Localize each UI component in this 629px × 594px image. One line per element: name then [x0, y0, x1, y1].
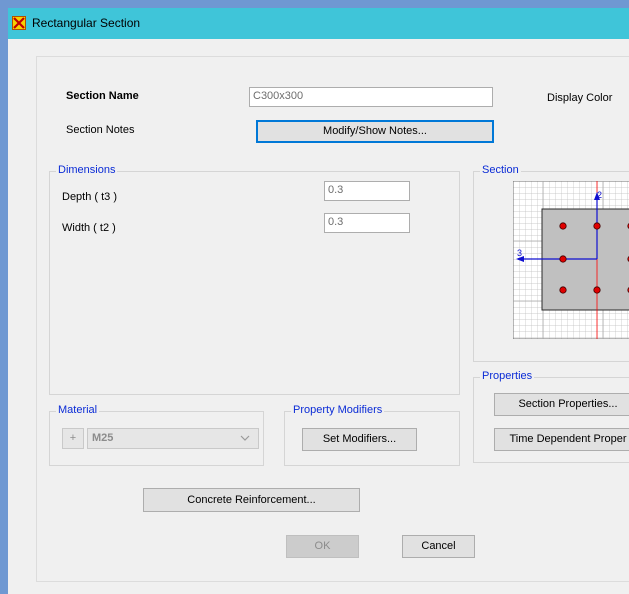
ok-button[interactable]: OK [286, 535, 359, 558]
concrete-reinforcement-button[interactable]: Concrete Reinforcement... [143, 488, 360, 512]
property-modifiers-group: Property Modifiers Set Modifiers... [284, 404, 460, 466]
chevron-down-icon [240, 433, 250, 446]
rebar [559, 286, 567, 294]
rebar [593, 286, 601, 294]
rebar [559, 222, 567, 230]
dialog-client: Section Name C300x300 Display Color Sect… [8, 39, 629, 594]
section-notes-label: Section Notes [66, 124, 135, 136]
section-name-label: Section Name [66, 90, 139, 102]
dimensions-group: Dimensions Depth ( t3 ) 0.3 Width ( t2 )… [49, 164, 460, 395]
material-select[interactable]: M25 [87, 428, 259, 449]
add-material-button[interactable]: + [62, 428, 84, 449]
title-bar[interactable]: Rectangular Section [8, 8, 629, 39]
set-modifiers-button[interactable]: Set Modifiers... [302, 428, 417, 451]
width-label: Width ( t2 ) [62, 222, 116, 234]
material-group: Material + M25 [49, 404, 264, 466]
depth-label: Depth ( t3 ) [62, 191, 118, 203]
display-color-label: Display Color [547, 92, 613, 104]
section-properties-button[interactable]: Section Properties... [494, 393, 629, 416]
time-dependent-properties-button[interactable]: Time Dependent Proper [494, 428, 629, 451]
dialog-panel: Section Name C300x300 Display Color Sect… [36, 56, 629, 582]
axis2-label: 2 [597, 190, 602, 200]
section-name-input[interactable]: C300x300 [249, 87, 493, 107]
window-title: Rectangular Section [32, 16, 141, 30]
dimensions-legend: Dimensions [56, 164, 118, 176]
modify-show-notes-button[interactable]: Modify/Show Notes... [256, 120, 494, 143]
cancel-button[interactable]: Cancel [402, 535, 475, 558]
material-legend: Material [56, 404, 100, 416]
section-legend: Section [480, 164, 521, 176]
properties-legend: Properties [480, 370, 535, 382]
section-group: Section 2 3 [473, 164, 629, 362]
app-icon [12, 16, 26, 30]
width-input[interactable]: 0.3 [324, 213, 410, 233]
rebar [593, 222, 601, 230]
depth-input[interactable]: 0.3 [324, 181, 410, 201]
property-modifiers-legend: Property Modifiers [291, 404, 385, 416]
axis3-label: 3 [517, 248, 522, 258]
rebar [559, 255, 567, 263]
properties-group: Properties Section Properties... Time De… [473, 370, 629, 463]
material-value: M25 [92, 432, 114, 444]
section-preview: 2 3 [513, 181, 629, 339]
